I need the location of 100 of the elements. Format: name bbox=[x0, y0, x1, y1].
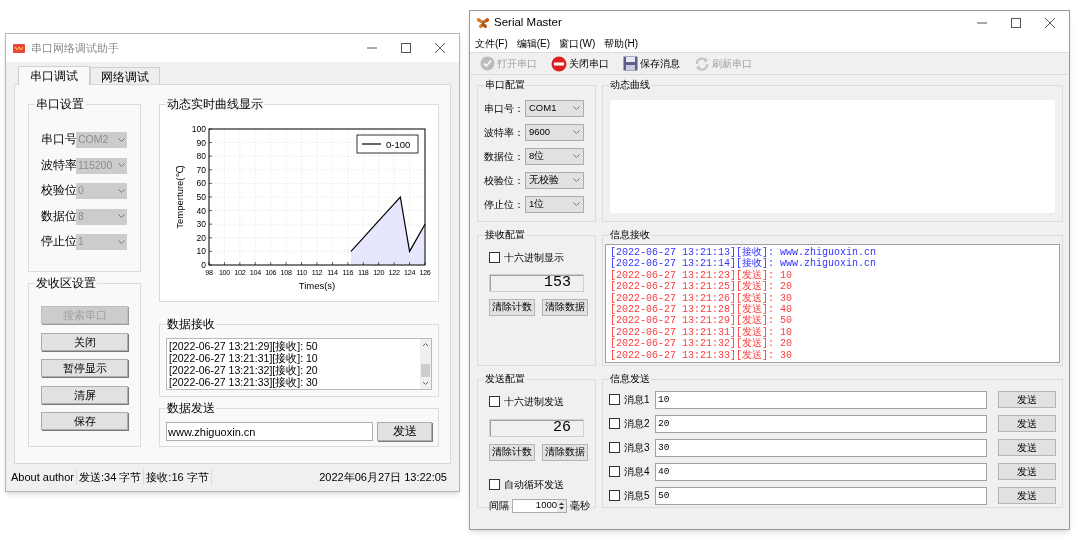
send-button[interactable]: 发送 bbox=[377, 422, 432, 441]
checkbox[interactable] bbox=[489, 252, 500, 263]
checkbox[interactable] bbox=[609, 466, 620, 477]
log-line: [2022-06-27 13:21:32][发送]: 20 bbox=[610, 338, 794, 350]
field-label: 波特率： bbox=[484, 126, 525, 140]
field-label: 串口号： bbox=[484, 102, 525, 116]
checkbox-label: 消息1 bbox=[624, 393, 651, 407]
button[interactable]: 关闭 bbox=[41, 332, 128, 351]
scrollbar[interactable] bbox=[420, 339, 431, 389]
chevron-icon bbox=[573, 154, 580, 159]
chevron-icon bbox=[118, 163, 125, 168]
combo-box[interactable]: COM1 bbox=[525, 100, 584, 117]
field-label: 数据位： bbox=[484, 150, 525, 164]
checkbox[interactable] bbox=[609, 442, 620, 453]
chevron-icon bbox=[118, 188, 125, 194]
button[interactable]: 清屏 bbox=[41, 385, 128, 404]
text-area[interactable]: [2022-06-27 13:21:29][接收]: 50 [2022-06-27 13:21:31][接收]: 10 [2022-06-27 13:21:32][接收]: 20 [2022-06-27 13:21:33][接收]: 30 bbox=[166, 338, 432, 390]
toolbar-button[interactable]: 关闭串口 bbox=[551, 55, 609, 72]
app-logo-icon bbox=[13, 43, 25, 53]
button[interactable]: 保存 bbox=[41, 412, 128, 430]
checkbox-label: 自动循环发送 bbox=[504, 478, 564, 492]
button[interactable]: 清除数据 bbox=[542, 299, 588, 316]
group-title: 发收区设置 bbox=[35, 276, 97, 290]
spin-box[interactable]: 1000 bbox=[512, 498, 567, 513]
menu-item[interactable]: 文件(F) bbox=[475, 36, 508, 51]
log-line: [2022-06-27 13:21:28][发送]: 40 bbox=[610, 304, 794, 316]
refresh-icon bbox=[694, 55, 710, 72]
axis-tick-label: 70 bbox=[196, 164, 206, 175]
log-line: [2022-06-27 13:21:32][接收]: 20 bbox=[169, 364, 319, 376]
stop-icon bbox=[551, 55, 567, 72]
checkbox[interactable] bbox=[609, 490, 620, 501]
checkbox[interactable] bbox=[609, 394, 620, 405]
log-line: [2022-06-27 13:21:31][发送]: 10 bbox=[610, 326, 794, 338]
combo-box[interactable]: 1位 bbox=[525, 196, 584, 213]
text-input[interactable]: 10 bbox=[655, 390, 987, 409]
send-button[interactable]: 发送 bbox=[998, 439, 1056, 456]
axis-title: Times(s) bbox=[298, 280, 336, 291]
text-input[interactable]: www.zhiguoxin.cn bbox=[166, 422, 373, 441]
log-line: [2022-06-27 13:21:33][接收]: 30 bbox=[169, 376, 319, 388]
field-label: 校验位： bbox=[484, 174, 525, 188]
maximize-icon[interactable] bbox=[1011, 18, 1021, 28]
status-text: 2022年06月27日 13:22:05 bbox=[319, 469, 447, 485]
button[interactable]: 清除数据 bbox=[542, 444, 588, 461]
send-button[interactable]: 发送 bbox=[998, 487, 1056, 504]
checkbox[interactable] bbox=[609, 418, 620, 429]
button[interactable]: 清除计数 bbox=[489, 444, 535, 461]
log-line: [2022-06-27 13:21:14][接收]: www.zhiguoxin.cn bbox=[610, 258, 878, 270]
menu-item[interactable]: 编辑(E) bbox=[516, 36, 551, 51]
checkbox-label: 消息4 bbox=[624, 465, 651, 479]
log-line: [2022-06-27 13:21:23][发送]: 10 bbox=[610, 269, 794, 281]
chevron-icon bbox=[573, 178, 580, 183]
text-input[interactable]: 30 bbox=[655, 438, 987, 457]
counter-display: 26 bbox=[489, 419, 584, 437]
tab[interactable]: 串口调试 bbox=[18, 66, 90, 85]
group-title: 信息发送 bbox=[609, 372, 651, 386]
button[interactable]: 暂停显示 bbox=[41, 359, 128, 377]
maximize-icon[interactable] bbox=[401, 43, 411, 53]
chevron-icon bbox=[118, 214, 125, 219]
combo-box[interactable]: 8位 bbox=[525, 148, 584, 165]
log-line: [2022-06-27 13:21:31][接收]: 10 bbox=[169, 352, 319, 364]
text-input[interactable]: 50 bbox=[655, 486, 987, 505]
tab[interactable]: 网络调试 bbox=[90, 67, 160, 84]
menu-item[interactable]: 帮助(H) bbox=[604, 36, 639, 51]
field-label: 串口号 bbox=[41, 132, 76, 148]
send-button[interactable]: 发送 bbox=[998, 463, 1056, 480]
butterfly-icon bbox=[476, 17, 490, 29]
axis-tick-label: 80 bbox=[196, 151, 206, 162]
menu-item[interactable]: 窗口(W) bbox=[559, 36, 596, 51]
send-button[interactable]: 发送 bbox=[998, 391, 1056, 408]
checkbox-label: 消息5 bbox=[624, 489, 651, 503]
close-icon[interactable] bbox=[1045, 18, 1055, 28]
group-title: 动态曲线 bbox=[609, 78, 651, 92]
axis-title: Temperture(℃) bbox=[174, 165, 185, 229]
axis-tick-label: 60 bbox=[196, 178, 206, 189]
text-input[interactable]: 40 bbox=[655, 462, 987, 481]
field-label: 波特率 bbox=[41, 157, 76, 173]
unit-label: 毫秒 bbox=[570, 499, 590, 513]
combo-box[interactable]: 无校验 bbox=[525, 172, 584, 189]
chevron-icon bbox=[573, 202, 580, 207]
axis-tick-label: 40 bbox=[196, 205, 206, 216]
close-icon[interactable] bbox=[435, 43, 445, 53]
spinner-arrows-icon[interactable] bbox=[557, 499, 566, 512]
checkbox[interactable] bbox=[489, 479, 500, 490]
group-title: 串口配置 bbox=[484, 78, 526, 92]
counter-display: 153 bbox=[489, 274, 584, 292]
log-line: [2022-06-27 13:21:29][接收]: 50 bbox=[169, 340, 319, 352]
field-label: 停止位： bbox=[484, 198, 525, 212]
group-title: 信息接收 bbox=[609, 228, 651, 242]
axis-tick-label: 100 bbox=[191, 124, 206, 134]
text-input[interactable]: 20 bbox=[655, 414, 987, 433]
window-title: 串口网络调试助手 bbox=[31, 40, 119, 56]
axis-tick-label: 90 bbox=[196, 137, 206, 148]
send-button[interactable]: 发送 bbox=[998, 415, 1056, 432]
status-text: 接收:16 字节 bbox=[144, 468, 212, 486]
combo-box[interactable]: 9600 bbox=[525, 124, 584, 141]
checkbox[interactable] bbox=[489, 396, 500, 407]
axis-tick-label: 0 bbox=[201, 260, 206, 270]
button[interactable]: 清除计数 bbox=[489, 299, 535, 316]
toolbar-button[interactable]: 保存消息 bbox=[623, 56, 680, 71]
chevron-icon bbox=[573, 106, 580, 111]
